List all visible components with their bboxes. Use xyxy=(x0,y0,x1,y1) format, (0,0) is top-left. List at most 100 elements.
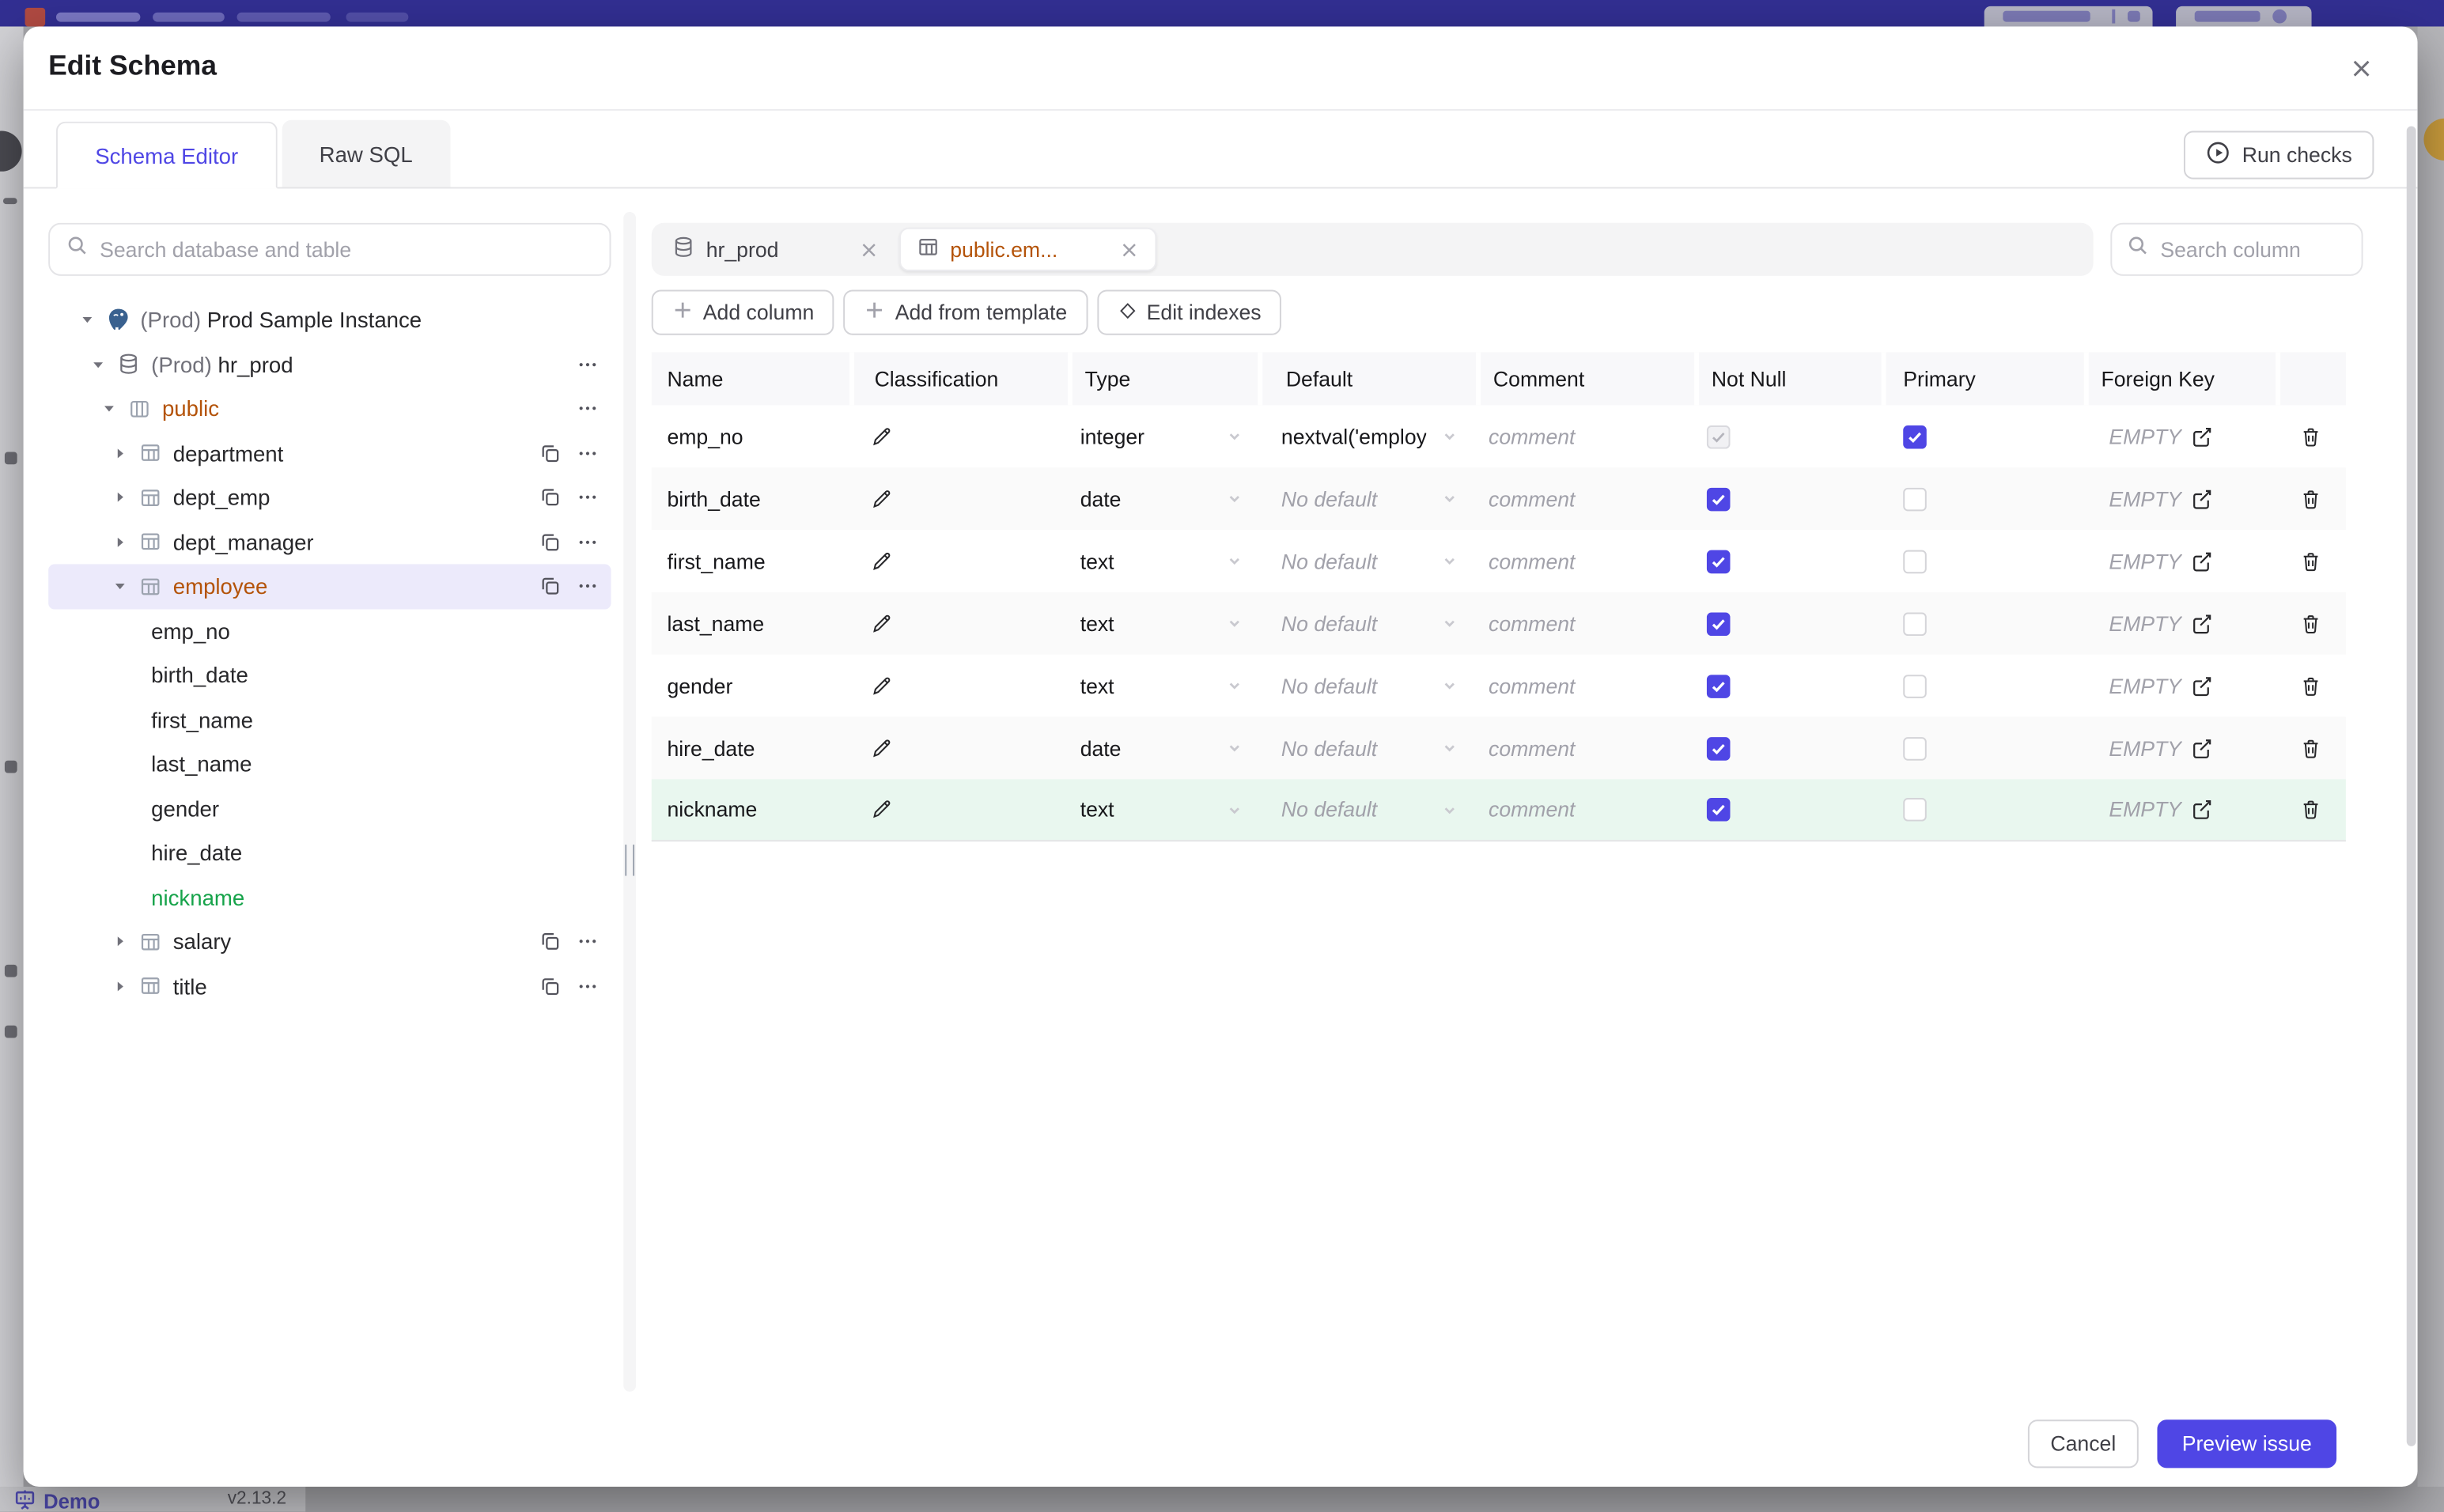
tree-item-gender[interactable]: gender xyxy=(48,786,611,830)
not-null-checkbox[interactable] xyxy=(1706,736,1731,760)
preview-issue-button[interactable]: Preview issue xyxy=(2157,1419,2337,1469)
edit-foreign-key-icon[interactable] xyxy=(2189,487,2213,511)
tree-item-hire_date[interactable]: hire_date xyxy=(48,830,611,875)
comment-field[interactable]: comment xyxy=(1476,592,1694,655)
column-name-cell[interactable]: hire_date xyxy=(652,717,849,780)
close-tab-icon[interactable] xyxy=(858,240,879,260)
more-actions-icon[interactable] xyxy=(575,353,599,376)
delete-column-icon[interactable] xyxy=(2299,736,2323,760)
column-name-cell[interactable]: first_name xyxy=(652,530,849,592)
more-actions-icon[interactable] xyxy=(575,442,599,464)
edit-foreign-key-icon[interactable] xyxy=(2189,425,2213,448)
tree-item-employee[interactable]: employee xyxy=(48,564,611,609)
delete-column-icon[interactable] xyxy=(2299,611,2323,635)
delete-column-icon[interactable] xyxy=(2299,425,2323,448)
tab-schema-editor[interactable]: Schema Editor xyxy=(55,121,278,189)
delete-column-icon[interactable] xyxy=(2299,674,2323,697)
default-select[interactable]: No default xyxy=(1258,592,1476,655)
edit-foreign-key-icon[interactable] xyxy=(2189,550,2213,573)
column-search-input[interactable] xyxy=(2160,237,2332,262)
column-name-cell[interactable]: emp_no xyxy=(652,405,849,467)
type-select[interactable]: text xyxy=(1068,655,1258,717)
not-null-checkbox[interactable] xyxy=(1706,674,1731,697)
primary-checkbox[interactable] xyxy=(1903,549,1927,573)
caret-right-icon[interactable] xyxy=(109,532,131,551)
tree-item-dept_manager[interactable]: dept_manager xyxy=(48,520,611,564)
edit-foreign-key-icon[interactable] xyxy=(2189,674,2213,697)
tree-item-birth_date[interactable]: birth_date xyxy=(48,653,611,697)
comment-field[interactable]: comment xyxy=(1476,530,1694,592)
edit-classification-icon[interactable] xyxy=(870,674,894,697)
edit-indexes-button[interactable]: Edit indexes xyxy=(1096,289,1282,335)
column-name-cell[interactable]: birth_date xyxy=(652,467,849,530)
caret-right-icon[interactable] xyxy=(109,932,131,951)
caret-right-icon[interactable] xyxy=(109,444,131,463)
more-actions-icon[interactable] xyxy=(575,486,599,508)
primary-checkbox[interactable] xyxy=(1903,486,1927,511)
caret-down-icon[interactable] xyxy=(98,399,120,418)
edit-classification-icon[interactable] xyxy=(870,550,894,573)
default-select[interactable]: nextval('employ xyxy=(1258,405,1476,467)
tree-search-input[interactable] xyxy=(100,237,594,262)
not-null-checkbox[interactable] xyxy=(1706,797,1731,822)
delete-column-icon[interactable] xyxy=(2299,550,2323,573)
tree-item-dept_emp[interactable]: dept_emp xyxy=(48,475,611,520)
primary-checkbox[interactable] xyxy=(1903,611,1927,636)
add-from-template-button[interactable]: Add from template xyxy=(843,289,1088,335)
primary-checkbox[interactable] xyxy=(1903,736,1927,760)
caret-down-icon[interactable] xyxy=(109,577,131,596)
tab-raw-sql[interactable]: Raw SQL xyxy=(282,119,451,187)
comment-field[interactable]: comment xyxy=(1476,405,1694,467)
close-tab-icon[interactable] xyxy=(1118,240,1139,260)
tree-item-title[interactable]: title xyxy=(48,964,611,1008)
tree-item-last_name[interactable]: last_name xyxy=(48,742,611,786)
resize-handle-icon[interactable] xyxy=(625,845,635,876)
panel-resize-divider[interactable] xyxy=(623,212,637,1392)
open-tab-public-employee[interactable]: public.em... xyxy=(899,227,1156,271)
column-name-cell[interactable]: gender xyxy=(652,655,849,717)
delete-column-icon[interactable] xyxy=(2299,487,2323,511)
default-select[interactable]: No default xyxy=(1258,530,1476,592)
type-select[interactable]: date xyxy=(1068,467,1258,530)
more-actions-icon[interactable] xyxy=(575,975,599,997)
edit-classification-icon[interactable] xyxy=(870,425,894,448)
edit-classification-icon[interactable] xyxy=(870,611,894,635)
edit-classification-icon[interactable] xyxy=(870,798,894,822)
comment-field[interactable]: comment xyxy=(1476,467,1694,530)
copy-icon[interactable] xyxy=(538,442,562,464)
copy-icon[interactable] xyxy=(538,975,562,997)
default-select[interactable]: No default xyxy=(1258,717,1476,780)
comment-field[interactable]: comment xyxy=(1476,779,1694,840)
tree-item-first_name[interactable]: first_name xyxy=(48,697,611,742)
tree-item-database[interactable]: (Prod) hr_prod xyxy=(48,342,611,387)
comment-field[interactable]: comment xyxy=(1476,717,1694,780)
tree-item-emp_no[interactable]: emp_no xyxy=(48,609,611,653)
not-null-checkbox[interactable] xyxy=(1706,611,1731,636)
default-select[interactable]: No default xyxy=(1258,779,1476,840)
run-checks-button[interactable]: Run checks xyxy=(2184,130,2374,180)
more-actions-icon[interactable] xyxy=(575,931,599,953)
column-name-cell[interactable]: last_name xyxy=(652,592,849,655)
delete-column-icon[interactable] xyxy=(2299,798,2323,822)
caret-down-icon[interactable] xyxy=(87,355,109,374)
dialog-scrollbar[interactable] xyxy=(2406,126,2416,1446)
tree-item-salary[interactable]: salary xyxy=(48,920,611,964)
type-select[interactable]: text xyxy=(1068,779,1258,840)
edit-foreign-key-icon[interactable] xyxy=(2189,736,2213,760)
tree-item-schema-public[interactable]: public xyxy=(48,387,611,431)
more-actions-icon[interactable] xyxy=(575,531,599,554)
open-tab-hr-prod[interactable]: hr_prod xyxy=(656,228,895,271)
add-column-button[interactable]: Add column xyxy=(651,289,834,335)
copy-icon[interactable] xyxy=(538,486,562,508)
close-icon[interactable] xyxy=(2346,53,2377,84)
edit-foreign-key-icon[interactable] xyxy=(2189,798,2213,822)
primary-checkbox[interactable] xyxy=(1903,797,1927,822)
edit-classification-icon[interactable] xyxy=(870,487,894,511)
default-select[interactable]: No default xyxy=(1258,655,1476,717)
more-actions-icon[interactable] xyxy=(575,576,599,598)
caret-right-icon[interactable] xyxy=(109,488,131,507)
tree-item-instance[interactable]: (Prod) Prod Sample Instance xyxy=(48,297,611,342)
caret-down-icon[interactable] xyxy=(77,311,99,330)
copy-icon[interactable] xyxy=(538,576,562,598)
primary-checkbox[interactable] xyxy=(1903,674,1927,697)
